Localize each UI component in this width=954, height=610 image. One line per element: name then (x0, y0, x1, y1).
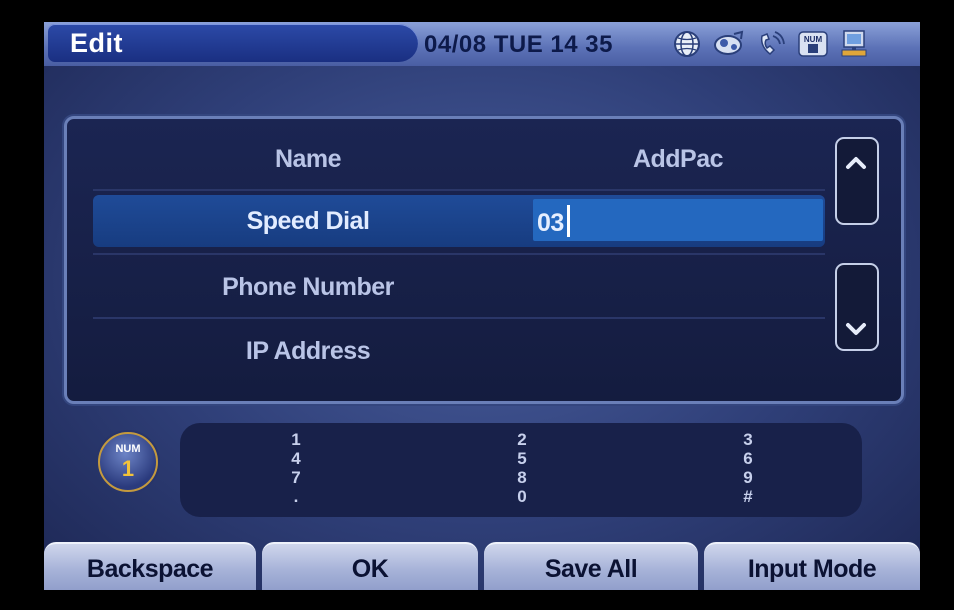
softkey-label: Save All (544, 555, 638, 583)
key-label: 7 (291, 468, 301, 487)
field-value: AddPac (632, 145, 724, 173)
input-mode-number: 1 (121, 456, 135, 481)
input-mode-label: NUM (115, 443, 141, 455)
svg-text:NUM: NUM (804, 35, 823, 44)
list-row-name[interactable]: Name AddPac (93, 131, 825, 187)
keypad-column-3: 3 6 9 # (728, 430, 768, 506)
input-mode-button[interactable]: Input Mode (704, 542, 920, 590)
input-value: 03 (537, 209, 564, 237)
row-divider (93, 317, 825, 319)
title-bar: Edit 04/08 TUE 14 35 NUM (44, 22, 920, 66)
ok-button[interactable]: OK (262, 542, 478, 590)
keypad-hint: 1 4 7 . 2 5 8 0 3 6 9 # (180, 423, 862, 517)
pc-icon (841, 30, 867, 57)
date-time: 04/08 TUE 14 35 (424, 31, 613, 58)
row-divider (93, 189, 825, 191)
key-label: 5 (517, 449, 527, 468)
status-icons: NUM (670, 27, 872, 61)
key-label: 0 (517, 487, 527, 506)
softkey-label: Backspace (86, 555, 214, 583)
list-row-phone-number[interactable]: Phone Number (93, 259, 825, 315)
row-divider (93, 253, 825, 255)
input-mode-badge: NUM 1 (98, 432, 158, 492)
softkey-label: Input Mode (747, 555, 877, 583)
globe-icon (674, 31, 700, 57)
phone-icon (760, 31, 785, 56)
field-label: IP Address (245, 337, 371, 365)
chevron-down-icon (846, 323, 866, 335)
list-row-speed-dial[interactable]: Speed Dial 03 (93, 195, 825, 247)
key-label: 6 (743, 449, 753, 468)
entry-list: Name AddPac Speed Dial 03 Phone Number I… (64, 116, 904, 404)
speed-dial-input[interactable]: 03 (533, 199, 823, 241)
key-label: 3 (743, 430, 753, 449)
key-label: 9 (743, 468, 753, 487)
key-label: 8 (517, 468, 527, 487)
network-icon (714, 30, 744, 55)
softkey-bar: Backspace OK Save All Input Mode (44, 542, 920, 590)
key-label: . (293, 487, 299, 506)
list-row-ip-address[interactable]: IP Address (93, 323, 825, 379)
page-title: Edit (70, 28, 123, 58)
field-label: Name (274, 145, 342, 173)
keypad-column-1: 1 4 7 . (276, 430, 316, 506)
field-label: Speed Dial (246, 207, 370, 235)
num-keypad-icon: NUM (798, 31, 828, 57)
softkey-label: OK (351, 555, 389, 583)
backspace-button[interactable]: Backspace (44, 542, 256, 590)
keypad-column-2: 2 5 8 0 (502, 430, 542, 506)
key-label: 4 (291, 449, 301, 468)
phone-screen: Edit 04/08 TUE 14 35 NUM Name AddPac Spe… (44, 22, 920, 590)
text-cursor (567, 205, 570, 237)
scroll-up-button[interactable] (835, 137, 879, 225)
scroll-down-button[interactable] (835, 263, 879, 351)
field-label: Phone Number (222, 273, 394, 301)
save-all-button[interactable]: Save All (484, 542, 698, 590)
key-label: 2 (517, 430, 527, 449)
title-tab: Edit (48, 24, 418, 62)
key-label: # (743, 487, 753, 506)
key-label: 1 (291, 430, 301, 449)
chevron-up-icon (846, 157, 866, 169)
